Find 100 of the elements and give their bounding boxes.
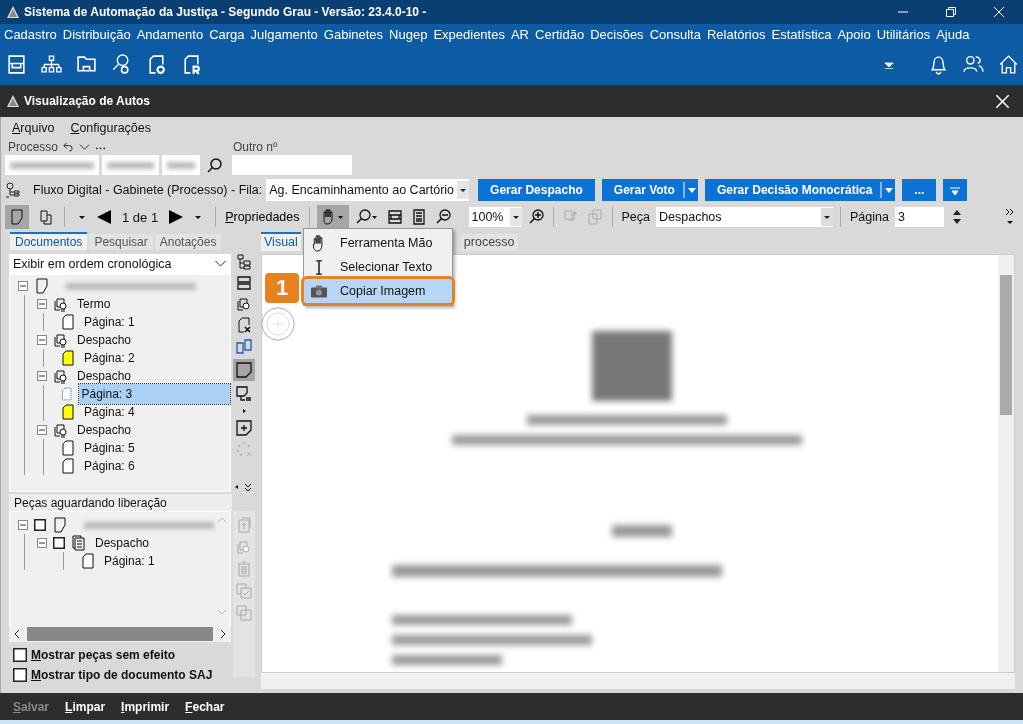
menu-item[interactable]: Utilitários bbox=[876, 26, 931, 42]
checkbox-label[interactable]: Mostrar peças sem efeito bbox=[31, 648, 176, 662]
tree-item[interactable]: Página: 1 bbox=[102, 554, 157, 568]
overflow-icon[interactable] bbox=[1005, 207, 1015, 227]
action-button[interactable]: Gerar Decisão Monocrática bbox=[704, 179, 896, 201]
restore-icon[interactable] bbox=[946, 7, 956, 17]
menu-item[interactable]: Relatórios bbox=[706, 26, 766, 42]
menu-item[interactable]: Consulta bbox=[649, 26, 701, 42]
collapse-toggle[interactable] bbox=[37, 538, 47, 548]
fit-width-icon[interactable] bbox=[386, 209, 403, 225]
back-icon[interactable] bbox=[63, 141, 75, 152]
tree-item[interactable]: Despacho bbox=[75, 423, 134, 437]
document-r-icon[interactable] bbox=[181, 54, 202, 75]
previous-icon[interactable] bbox=[96, 209, 112, 225]
compare-documents-icon[interactable] bbox=[236, 338, 252, 354]
menu-item[interactable]: Estatística bbox=[771, 26, 832, 42]
footer-button[interactable]: Imprimir bbox=[121, 699, 170, 714]
tree-item[interactable]: Página: 6 bbox=[82, 459, 137, 473]
menu-item[interactable]: Cadastro bbox=[4, 26, 57, 42]
list-icon[interactable] bbox=[236, 275, 252, 291]
note-list-icon[interactable] bbox=[236, 386, 252, 402]
collapse-button[interactable] bbox=[943, 179, 968, 201]
process-number-field[interactable] bbox=[162, 155, 200, 175]
menu-item[interactable]: Andamento bbox=[136, 26, 204, 42]
menu-item[interactable]: Configurações bbox=[70, 120, 151, 135]
tree-item[interactable]: Página: 3 bbox=[79, 384, 230, 404]
users-icon[interactable] bbox=[963, 54, 984, 75]
caret-icon[interactable] bbox=[240, 407, 248, 415]
panel-tab[interactable]: Documentos bbox=[10, 232, 88, 250]
caret-icon[interactable] bbox=[194, 213, 203, 221]
search-icon[interactable] bbox=[207, 157, 223, 173]
zoom-out-icon[interactable] bbox=[434, 209, 451, 225]
menu-item[interactable]: Distribuição bbox=[62, 26, 131, 42]
zoom-in-icon[interactable] bbox=[527, 209, 544, 225]
queue-select[interactable]: Ag. Encaminhamento ao Cartório bbox=[266, 179, 470, 201]
order-select[interactable]: Exibir em ordem cronológica bbox=[9, 254, 231, 274]
search-icon[interactable] bbox=[354, 209, 379, 225]
checkbox[interactable] bbox=[53, 537, 65, 549]
folder-icon[interactable] bbox=[76, 54, 97, 75]
certified-document-icon[interactable] bbox=[236, 296, 252, 312]
action-button[interactable]: Gerar Despacho bbox=[478, 179, 595, 201]
footer-button[interactable]: Fechar bbox=[185, 699, 225, 714]
tree-item[interactable]: Página: 5 bbox=[82, 441, 137, 455]
panel-tab[interactable]: Pesquisar bbox=[89, 234, 153, 250]
collapse-toggle[interactable] bbox=[37, 371, 47, 381]
collapse-toggle[interactable] bbox=[37, 425, 47, 435]
collapse-toggle[interactable] bbox=[18, 281, 28, 291]
menu-item[interactable]: Apoio bbox=[837, 26, 871, 42]
tree-item[interactable]: Termo bbox=[75, 297, 113, 311]
home-icon[interactable] bbox=[998, 54, 1019, 75]
next-icon[interactable] bbox=[168, 209, 185, 225]
tree-item[interactable]: Despacho bbox=[93, 536, 152, 550]
close-icon[interactable] bbox=[994, 7, 1004, 17]
menu-item[interactable]: AR bbox=[510, 26, 529, 42]
document-remove-icon[interactable] bbox=[236, 317, 252, 333]
page-field[interactable]: 3 bbox=[894, 207, 944, 227]
properties-button[interactable]: Propriedades bbox=[223, 210, 302, 224]
hierarchy-icon[interactable] bbox=[41, 54, 62, 75]
document-view-button[interactable] bbox=[5, 205, 29, 229]
menu-item[interactable]: Carga bbox=[209, 26, 245, 42]
search-settings-icon[interactable] bbox=[111, 54, 132, 75]
footer-button[interactable]: Limpar bbox=[65, 699, 106, 714]
menu-item[interactable]: Julgamento bbox=[250, 26, 318, 42]
tree-item[interactable]: Página: 1 bbox=[82, 315, 137, 329]
scrollbar[interactable] bbox=[261, 673, 1015, 689]
tree-icon[interactable] bbox=[236, 254, 252, 270]
document-o-icon[interactable] bbox=[146, 54, 167, 75]
collapse-toggle[interactable] bbox=[37, 335, 47, 345]
menu-item[interactable]: Selecionar Texto bbox=[304, 255, 452, 279]
piece-select[interactable]: Despachos bbox=[656, 207, 833, 227]
menu-item[interactable]: Gabinetes bbox=[323, 26, 384, 42]
viewer-tab[interactable]: processo bbox=[460, 234, 518, 251]
tree-item[interactable]: Despacho bbox=[75, 333, 134, 347]
hand-tool-button[interactable] bbox=[316, 205, 349, 229]
menu-item[interactable]: Copiar Imagem bbox=[304, 279, 452, 303]
menu-item[interactable]: Arquivo bbox=[12, 120, 55, 135]
bell-icon[interactable] bbox=[928, 54, 949, 75]
process-number-field[interactable] bbox=[5, 155, 99, 175]
caret-icon[interactable] bbox=[78, 213, 86, 221]
checkbox[interactable] bbox=[34, 519, 46, 531]
tree-item[interactable]: Despacho bbox=[75, 369, 134, 383]
tree-item[interactable]: Página: 2 bbox=[82, 351, 137, 365]
process-number-field[interactable] bbox=[102, 155, 159, 175]
checkbox[interactable] bbox=[13, 668, 27, 682]
checkbox[interactable] bbox=[13, 648, 27, 662]
scrollbar[interactable] bbox=[9, 626, 231, 642]
menu-item[interactable]: Certidão bbox=[535, 26, 585, 42]
menu-item[interactable]: Nugep bbox=[389, 26, 428, 42]
chevron-down-icon[interactable] bbox=[79, 141, 91, 152]
other-number-field[interactable] bbox=[232, 155, 352, 175]
menu-item[interactable]: Expedientes bbox=[433, 26, 505, 42]
scrollbar[interactable] bbox=[998, 255, 1014, 672]
viewer-tab[interactable]: Visual bbox=[261, 232, 301, 251]
zoom-select[interactable]: 100% bbox=[468, 207, 522, 227]
tree-item[interactable]: Página: 4 bbox=[82, 405, 137, 419]
panel-tab[interactable]: Anotações bbox=[154, 234, 222, 250]
fit-page-icon[interactable] bbox=[410, 209, 427, 225]
menu-item[interactable]: Ajuda bbox=[936, 26, 970, 42]
action-button[interactable]: ... bbox=[902, 179, 937, 201]
close-icon[interactable] bbox=[996, 94, 1009, 108]
